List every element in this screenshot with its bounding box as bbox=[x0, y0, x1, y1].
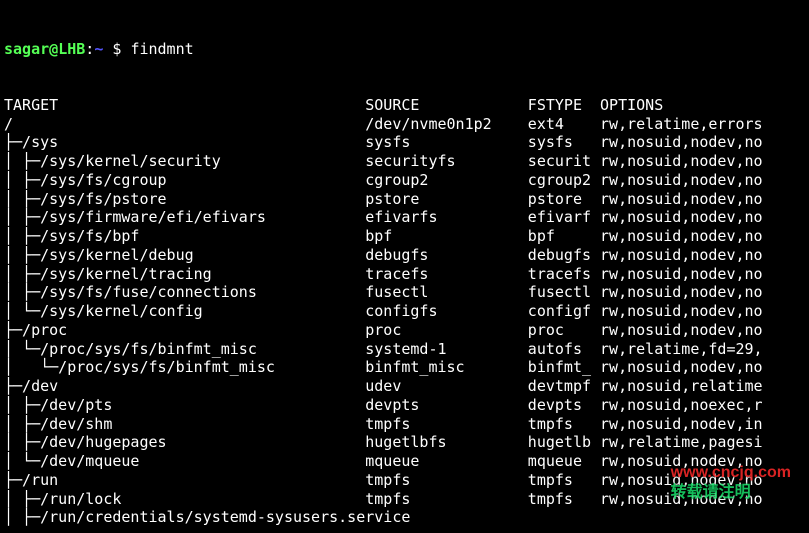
table-row: / /dev/nvme0n1p2 ext4 rw,relatime,errors bbox=[4, 115, 805, 134]
prompt-at: @ bbox=[49, 40, 58, 58]
table-row: ├─/sys sysfs sysfs rw,nosuid,nodev,no bbox=[4, 133, 805, 152]
shell-prompt: sagar@LHB:~ $ findmnt bbox=[4, 40, 805, 59]
table-row: ├─/proc proc proc rw,nosuid,nodev,no bbox=[4, 321, 805, 340]
table-row: │ ├─/sys/fs/fuse/connections fusectl fus… bbox=[4, 283, 805, 302]
prompt-host: LHB bbox=[58, 40, 85, 58]
table-row: │ └─/proc/sys/fs/binfmt_misc binfmt_misc… bbox=[4, 358, 805, 377]
table-row: │ └─/dev/mqueue mqueue mqueue rw,nosuid,… bbox=[4, 452, 805, 471]
table-row: │ ├─/sys/kernel/debug debugfs debugfs rw… bbox=[4, 246, 805, 265]
table-header: TARGET SOURCE FSTYPE OPTIONS bbox=[4, 96, 805, 115]
table-row: │ ├─/sys/fs/bpf bpf bpf rw,nosuid,nodev,… bbox=[4, 227, 805, 246]
prompt-colon: : bbox=[85, 40, 94, 58]
table-row: │ ├─/sys/kernel/tracing tracefs tracefs … bbox=[4, 265, 805, 284]
prompt-user: sagar bbox=[4, 40, 49, 58]
terminal[interactable]: sagar@LHB:~ $ findmnt TARGET SOURCE FSTY… bbox=[0, 0, 809, 533]
table-row: │ └─/proc/sys/fs/binfmt_misc systemd-1 a… bbox=[4, 340, 805, 359]
command-output: TARGET SOURCE FSTYPE OPTIONS/ /dev/nvme0… bbox=[4, 96, 805, 527]
table-row: │ ├─/dev/hugepages hugetlbfs hugetlb rw,… bbox=[4, 433, 805, 452]
table-row: │ ├─/sys/fs/pstore pstore pstore rw,nosu… bbox=[4, 190, 805, 209]
table-row: │ ├─/run/credentials/systemd-sysusers.se… bbox=[4, 508, 805, 527]
table-row: │ ├─/dev/shm tmpfs tmpfs rw,nosuid,nodev… bbox=[4, 415, 805, 434]
table-row: │ ├─/sys/kernel/security securityfs secu… bbox=[4, 152, 805, 171]
table-row: │ ├─/sys/fs/cgroup cgroup2 cgroup2 rw,no… bbox=[4, 171, 805, 190]
table-row: │ ├─/sys/firmware/efi/efivars efivarfs e… bbox=[4, 208, 805, 227]
table-row: ├─/run tmpfs tmpfs rw,nosuid,nodev,no bbox=[4, 471, 805, 490]
prompt-path: ~ bbox=[94, 40, 103, 58]
table-row: │ └─/sys/kernel/config configfs configf … bbox=[4, 302, 805, 321]
table-row: ├─/dev udev devtmpf rw,nosuid,relatime bbox=[4, 377, 805, 396]
table-row: │ ├─/dev/pts devpts devpts rw,nosuid,noe… bbox=[4, 396, 805, 415]
table-row: │ ├─/run/lock tmpfs tmpfs rw,nosuid,node… bbox=[4, 490, 805, 509]
